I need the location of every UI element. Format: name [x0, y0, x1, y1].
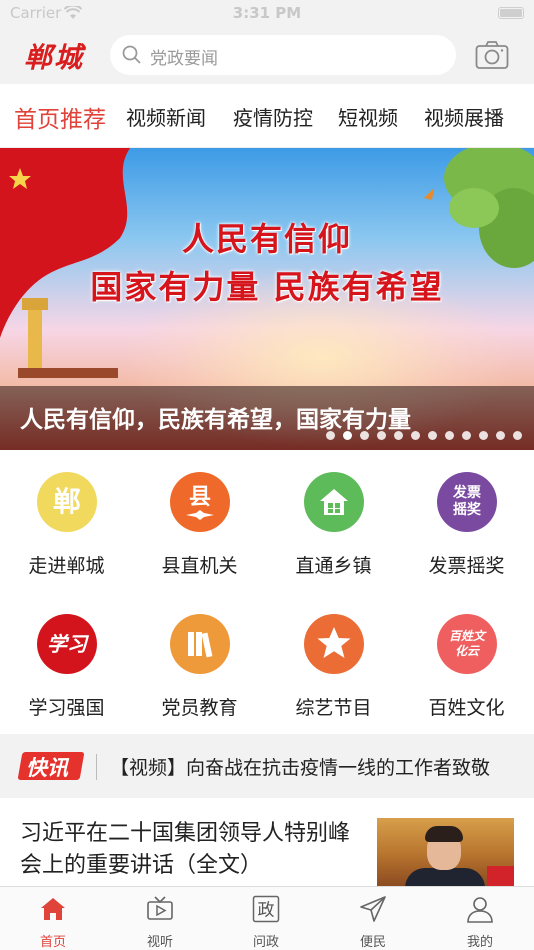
- study-glyph: 学习: [47, 632, 87, 656]
- carousel-dot[interactable]: [394, 431, 403, 440]
- grid-item-dancheng[interactable]: 郸 走进郸城: [0, 450, 133, 590]
- ticker-headline[interactable]: 【视频】向奋战在抗击疫情一线的工作者致敬: [110, 753, 490, 780]
- nav-home[interactable]: 首页: [0, 887, 106, 950]
- grid-item-party-education[interactable]: 党员教育: [133, 592, 266, 732]
- county-emblem-icon: [186, 510, 214, 520]
- bottom-tab-bar: 首页 视听 政 问政 便民 我的: [0, 886, 534, 950]
- grid-item-culture[interactable]: 百姓文化云 百姓文化: [400, 592, 533, 732]
- nav-politics-label: 问政: [252, 935, 279, 950]
- grid-label: 走进郸城: [28, 555, 105, 577]
- nav-convenience-label: 便民: [359, 935, 386, 950]
- books-glyph-icon: [188, 632, 213, 658]
- carousel-dot[interactable]: [411, 431, 420, 440]
- county-glyph: 县: [188, 484, 211, 510]
- camera-icon[interactable]: [475, 40, 509, 70]
- carousel-dot[interactable]: [428, 431, 437, 440]
- category-tabs: 首页推荐 视频新闻 疫情防控 短视频 视频展播: [0, 84, 534, 148]
- carousel-dot[interactable]: [513, 431, 522, 440]
- home-icon: [41, 898, 65, 920]
- grid-item-variety-show[interactable]: 综艺节目: [267, 592, 400, 732]
- banner-headline-2: 国家有力量 民族有希望: [90, 268, 444, 306]
- invoice-lottery-icon: 发票摇奖: [437, 472, 497, 532]
- nav-audiovisual-label: 视听: [146, 935, 173, 950]
- dancheng-icon: 郸: [37, 472, 97, 532]
- svg-text:政: 政: [258, 901, 275, 921]
- clock: 3:31 PM: [232, 4, 302, 22]
- grid-label: 直通乡镇: [295, 555, 372, 577]
- grid-label: 百姓文化: [428, 697, 505, 719]
- invoice-glyph: 发票摇奖: [453, 485, 481, 518]
- article-thumbnail: [377, 818, 514, 886]
- culture-icon: 百姓文化云: [437, 614, 497, 674]
- search-placeholder: 党政要闻: [150, 49, 218, 69]
- carousel-dot[interactable]: [496, 431, 505, 440]
- ticker-divider: [96, 754, 97, 780]
- grid-label: 党员教育: [161, 697, 238, 719]
- grid-item-township[interactable]: 直通乡镇: [267, 450, 400, 590]
- news-article-item[interactable]: 习近平在二十国集团领导人特别峰会上的重要讲话（全文）: [0, 798, 534, 886]
- grid-item-invoice[interactable]: 发票摇奖 发票摇奖: [400, 450, 533, 590]
- nav-profile-label: 我的: [466, 935, 493, 950]
- thumbnail-flag: [487, 866, 514, 886]
- thumbnail-figure-body: [405, 868, 485, 886]
- nav-convenience[interactable]: 便民: [320, 887, 426, 950]
- app-logo: 郸城: [24, 41, 85, 74]
- study-icon: 学习: [37, 614, 97, 674]
- nav-home-label: 首页: [39, 935, 66, 950]
- search-icon: [122, 45, 141, 64]
- carousel-dot[interactable]: [462, 431, 471, 440]
- tv-icon: [147, 896, 173, 920]
- grid-label: 县直机关: [161, 555, 238, 577]
- county-icon: 县: [170, 472, 230, 532]
- nav-politics[interactable]: 政 问政: [213, 887, 319, 950]
- politics-icon: 政: [252, 895, 280, 923]
- profile-icon: [467, 897, 493, 923]
- carousel-dot[interactable]: [343, 431, 352, 440]
- status-bar: Carrier 3:31 PM: [0, 0, 534, 28]
- grid-label: 发票摇奖: [428, 555, 505, 577]
- carousel-dot[interactable]: [445, 431, 454, 440]
- send-icon: [360, 896, 386, 922]
- thumbnail-figure-hair: [425, 826, 463, 842]
- dancheng-glyph: 郸: [52, 485, 81, 518]
- tab-short-video[interactable]: 短视频: [338, 102, 398, 131]
- banner-headline-1: 人民有信仰: [181, 220, 352, 258]
- carousel-dot[interactable]: [479, 431, 488, 440]
- nav-audiovisual[interactable]: 视听: [107, 887, 213, 950]
- house-icon: [304, 472, 364, 532]
- function-grid: 郸 走进郸城 县 县直机关 直通乡镇 发票摇奖 发票摇奖 学习 学习强国 党员教…: [0, 450, 534, 734]
- grid-item-study[interactable]: 学习 学习强国: [0, 592, 133, 732]
- tab-video-news[interactable]: 视频新闻: [126, 102, 206, 131]
- carousel-dot[interactable]: [326, 431, 335, 440]
- star-glyph-icon: [317, 627, 351, 658]
- app-header: 郸城 党政要闻: [0, 28, 534, 84]
- banner-carousel[interactable]: 人民有信仰 国家有力量 民族有希望 人民有信仰，民族有希望，国家有力量: [0, 148, 534, 450]
- carousel-dot[interactable]: [377, 431, 386, 440]
- books-icon: [170, 614, 230, 674]
- culture-glyph: 百姓文化云: [448, 629, 485, 658]
- battery-icon: [498, 7, 524, 19]
- carousel-dot[interactable]: [360, 431, 369, 440]
- search-input[interactable]: 党政要闻: [110, 35, 456, 75]
- tab-epidemic[interactable]: 疫情防控: [233, 102, 313, 131]
- news-ticker[interactable]: 快讯 【视频】向奋战在抗击疫情一线的工作者致敬: [0, 734, 534, 798]
- house-glyph-icon: [320, 489, 348, 515]
- grid-label: 综艺节目: [295, 697, 372, 719]
- star-icon: [304, 614, 364, 674]
- article-title: 习近平在二十国集团领导人特别峰会上的重要讲话（全文）: [20, 821, 351, 878]
- grid-label: 学习强国: [28, 697, 105, 719]
- tab-video-showcase[interactable]: 视频展播: [424, 102, 504, 131]
- carousel-indicator: [318, 425, 522, 440]
- nav-profile[interactable]: 我的: [427, 887, 533, 950]
- tab-home-recommend[interactable]: 首页推荐: [14, 100, 106, 134]
- grid-item-county[interactable]: 县 县直机关: [133, 450, 266, 590]
- flash-badge-label: 快讯: [26, 756, 68, 780]
